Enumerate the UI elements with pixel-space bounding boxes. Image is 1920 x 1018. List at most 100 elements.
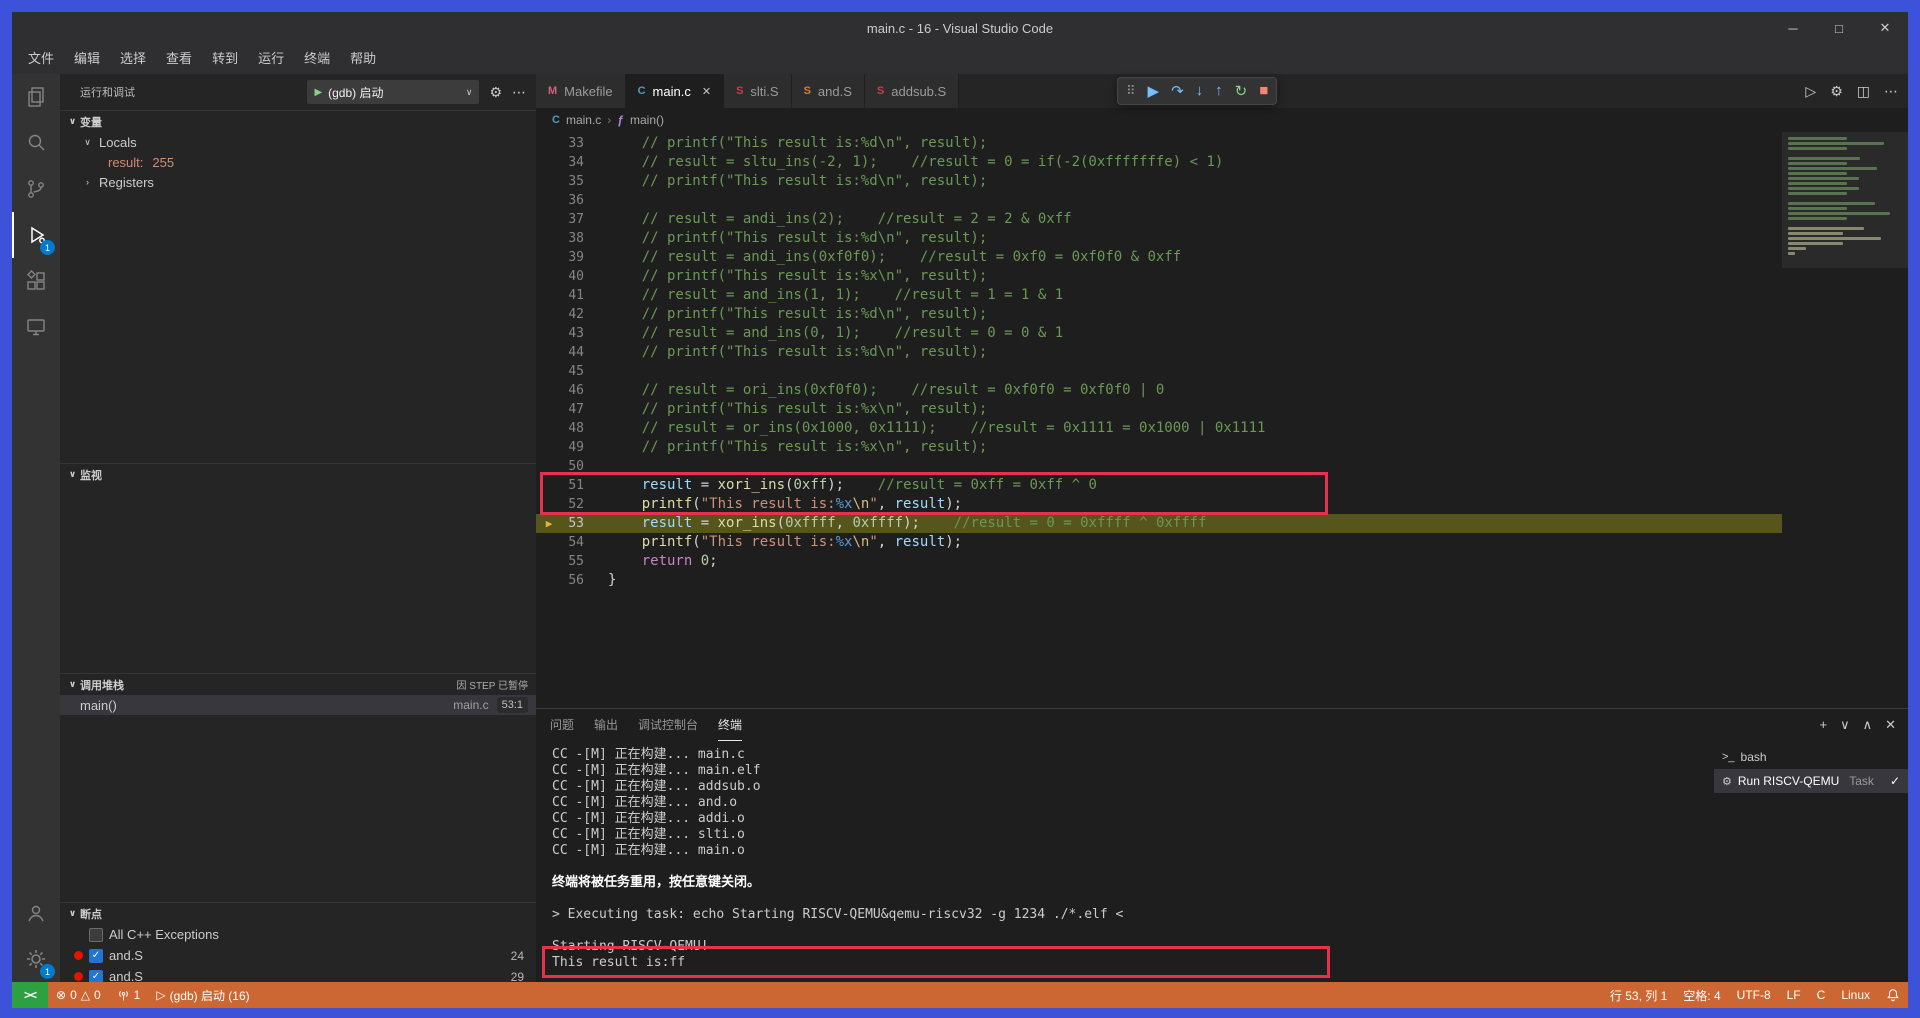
gear-icon[interactable]: ⚙ — [489, 84, 502, 101]
line-number[interactable]: 44 — [562, 343, 584, 362]
more-actions-icon[interactable]: ⋯ — [1884, 83, 1898, 100]
terminal-picker-chevron-icon[interactable]: ∨ — [1840, 717, 1850, 733]
notifications-bell-icon[interactable] — [1878, 982, 1908, 1008]
encoding[interactable]: UTF-8 — [1729, 982, 1779, 1008]
line-number[interactable]: 56 — [562, 571, 584, 590]
variable-result[interactable]: result: 255 — [60, 152, 536, 172]
menu-item-3[interactable]: 选择 — [110, 44, 156, 74]
search-icon[interactable] — [12, 120, 60, 166]
line-number[interactable]: 35 — [562, 172, 584, 191]
maximize-panel-icon[interactable]: ∧ — [1863, 717, 1873, 733]
code-line-45[interactable]: 45 — [536, 362, 1782, 381]
code-line-44[interactable]: 44 // printf("This result is:%d\n", resu… — [536, 343, 1782, 362]
line-number[interactable]: 40 — [562, 267, 584, 286]
line-number[interactable]: 51 — [562, 476, 584, 495]
panel-tab-终端[interactable]: 终端 — [718, 710, 742, 741]
breadcrumb-symbol[interactable]: main() — [630, 113, 664, 127]
code-line-35[interactable]: 35 // printf("This result is:%d\n", resu… — [536, 172, 1782, 191]
code-line-48[interactable]: 48 // result = or_ins(0x1000, 0x1111); /… — [536, 419, 1782, 438]
menu-item-4[interactable]: 查看 — [156, 44, 202, 74]
remote-explorer-icon[interactable] — [12, 304, 60, 350]
code-line-43[interactable]: 43 // result = and_ins(0, 1); //result =… — [536, 324, 1782, 343]
line-number[interactable]: 52 — [562, 495, 584, 514]
stop-icon[interactable]: ■ — [1259, 82, 1268, 100]
panel-tab-输出[interactable]: 输出 — [594, 710, 618, 741]
close-button[interactable]: ✕ — [1862, 12, 1908, 44]
line-number[interactable]: 41 — [562, 286, 584, 305]
code-line-38[interactable]: 38 // printf("This result is:%d\n", resu… — [536, 229, 1782, 248]
language-mode[interactable]: C — [1809, 982, 1834, 1008]
editor-tab-and.S[interactable]: Sand.S — [792, 74, 865, 108]
line-number[interactable]: 48 — [562, 419, 584, 438]
code-line-46[interactable]: 46 // result = ori_ins(0xf0f0); //result… — [536, 381, 1782, 400]
debug-config-dropdown[interactable]: ▶ (gdb) 启动 ∨ — [307, 80, 479, 104]
line-number[interactable]: 46 — [562, 381, 584, 400]
code-line-42[interactable]: 42 // printf("This result is:%d\n", resu… — [536, 305, 1782, 324]
panel-tab-问题[interactable]: 问题 — [550, 710, 574, 741]
ports-status[interactable]: 1 — [109, 982, 149, 1008]
code-line-41[interactable]: 41 // result = and_ins(1, 1); //result =… — [536, 286, 1782, 305]
code-line-51[interactable]: 51 result = xori_ins(0xff); //result = 0… — [536, 476, 1782, 495]
menu-item-1[interactable]: 文件 — [18, 44, 64, 74]
problems-status[interactable]: ⊗ 0 △ 0 — [48, 982, 109, 1008]
locals-group[interactable]: ∨ Locals — [60, 132, 536, 152]
close-tab-icon[interactable]: ✕ — [702, 85, 711, 98]
code-line-47[interactable]: 47 // printf("This result is:%x\n", resu… — [536, 400, 1782, 419]
menu-item-7[interactable]: 终端 — [294, 44, 340, 74]
code-line-37[interactable]: 37 // result = andi_ins(2); //result = 2… — [536, 210, 1782, 229]
breadcrumb-file[interactable]: main.c — [566, 113, 601, 127]
breakpoint-checkbox[interactable]: ✓ — [89, 970, 103, 983]
cursor-position[interactable]: 行 53, 列 1 — [1602, 982, 1675, 1008]
settings-gear-icon[interactable]: 1 — [12, 936, 60, 982]
breadcrumb[interactable]: C main.c › ƒ main() — [536, 108, 1908, 132]
code-line-54[interactable]: 54 printf("This result is:%x\n", result)… — [536, 533, 1782, 552]
os-indicator[interactable]: Linux — [1833, 982, 1878, 1008]
code-line-49[interactable]: 49 // printf("This result is:%x\n", resu… — [536, 438, 1782, 457]
code-line-55[interactable]: 55 return 0; — [536, 552, 1782, 571]
editor-tab-main.c[interactable]: Cmain.c✕ — [626, 74, 724, 108]
breakpoint-item[interactable]: ✓and.S24 — [60, 945, 536, 966]
accounts-icon[interactable] — [12, 890, 60, 936]
restart-icon[interactable]: ↻ — [1235, 82, 1248, 100]
line-number[interactable]: 38 — [562, 229, 584, 248]
code-line-53[interactable]: ▶53 result = xor_ins(0xffff, 0xffff); //… — [536, 514, 1782, 533]
editor-tab-addsub.S[interactable]: Saddsub.S — [865, 74, 959, 108]
minimize-button[interactable]: ─ — [1770, 12, 1816, 44]
code-line-52[interactable]: 52 printf("This result is:%x\n", result)… — [536, 495, 1782, 514]
step-into-icon[interactable]: ↓ — [1196, 82, 1204, 100]
code-line-34[interactable]: 34 // result = sltu_ins(-2, 1); //result… — [536, 153, 1782, 172]
more-actions-icon[interactable]: ⋯ — [512, 84, 526, 101]
breakpoint-item[interactable]: All C++ Exceptions — [60, 924, 536, 945]
line-number[interactable]: 49 — [562, 438, 584, 457]
menu-item-6[interactable]: 运行 — [248, 44, 294, 74]
line-number[interactable]: 39 — [562, 248, 584, 267]
source-control-icon[interactable] — [12, 166, 60, 212]
line-number[interactable]: 54 — [562, 533, 584, 552]
line-number[interactable]: 33 — [562, 134, 584, 153]
line-number[interactable]: 36 — [562, 191, 584, 210]
menu-item-8[interactable]: 帮助 — [340, 44, 386, 74]
extensions-icon[interactable] — [12, 258, 60, 304]
variables-section-header[interactable]: ∨ 变量 — [60, 110, 536, 132]
line-number[interactable]: 34 — [562, 153, 584, 172]
panel-tab-调试控制台[interactable]: 调试控制台 — [638, 710, 698, 741]
editor-tab-slti.S[interactable]: Sslti.S — [724, 74, 792, 108]
eol-indicator[interactable]: LF — [1779, 982, 1809, 1008]
explorer-icon[interactable] — [12, 74, 60, 120]
minimap[interactable] — [1782, 132, 1908, 708]
line-number[interactable]: 42 — [562, 305, 584, 324]
step-over-icon[interactable]: ↷ — [1171, 82, 1184, 100]
line-number[interactable]: 43 — [562, 324, 584, 343]
breakpoints-section-header[interactable]: ∨ 断点 — [60, 902, 536, 924]
menu-item-5[interactable]: 转到 — [202, 44, 248, 74]
start-debugging-icon[interactable]: ▶ — [314, 87, 322, 98]
line-number[interactable]: 47 — [562, 400, 584, 419]
close-panel-icon[interactable]: ✕ — [1885, 717, 1896, 733]
registers-group[interactable]: › Registers — [60, 172, 536, 192]
continue-icon[interactable]: ▶ — [1148, 82, 1160, 100]
gear-icon[interactable]: ⚙ — [1830, 83, 1843, 100]
maximize-button[interactable]: □ — [1816, 12, 1862, 44]
split-editor-icon[interactable]: ◫ — [1857, 83, 1870, 100]
breakpoint-item[interactable]: ✓and.S29 — [60, 966, 536, 982]
callstack-section-header[interactable]: ∨ 调用堆栈 因 STEP 已暂停 — [60, 673, 536, 695]
